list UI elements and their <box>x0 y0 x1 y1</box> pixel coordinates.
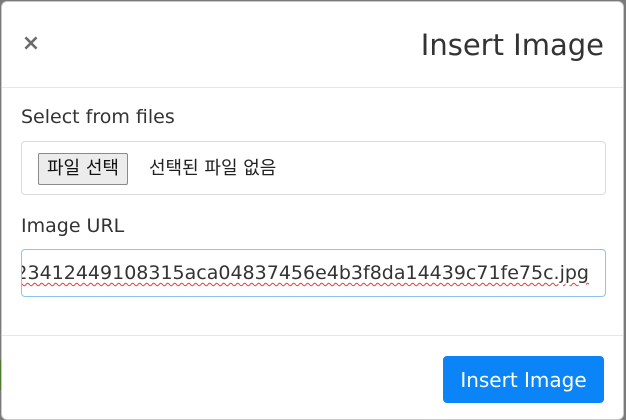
select-files-label: Select from files <box>21 106 175 128</box>
modal-body: Select from files 파일 선택 선택된 파일 없음 Image … <box>2 89 623 336</box>
file-input-container[interactable]: 파일 선택 선택된 파일 없음 <box>21 141 606 195</box>
image-url-label: Image URL <box>21 215 125 237</box>
image-url-input[interactable]: 2341244910831​5aca04837456e4b3f8da14439c… <box>21 249 606 297</box>
image-url-value: 2341244910831​5aca04837456e4b3f8da14439c… <box>21 262 589 284</box>
modal-title: Insert Image <box>420 28 604 62</box>
insert-image-button[interactable]: Insert Image <box>443 356 604 403</box>
file-status-text: 선택된 파일 없음 <box>149 158 277 179</box>
choose-file-button[interactable]: 파일 선택 <box>38 153 128 185</box>
modal-header: × Insert Image <box>2 2 623 88</box>
insert-image-modal: × Insert Image Select from files 파일 선택 선… <box>1 1 624 420</box>
close-icon[interactable]: × <box>20 32 42 56</box>
modal-footer: Insert Image <box>2 336 623 419</box>
